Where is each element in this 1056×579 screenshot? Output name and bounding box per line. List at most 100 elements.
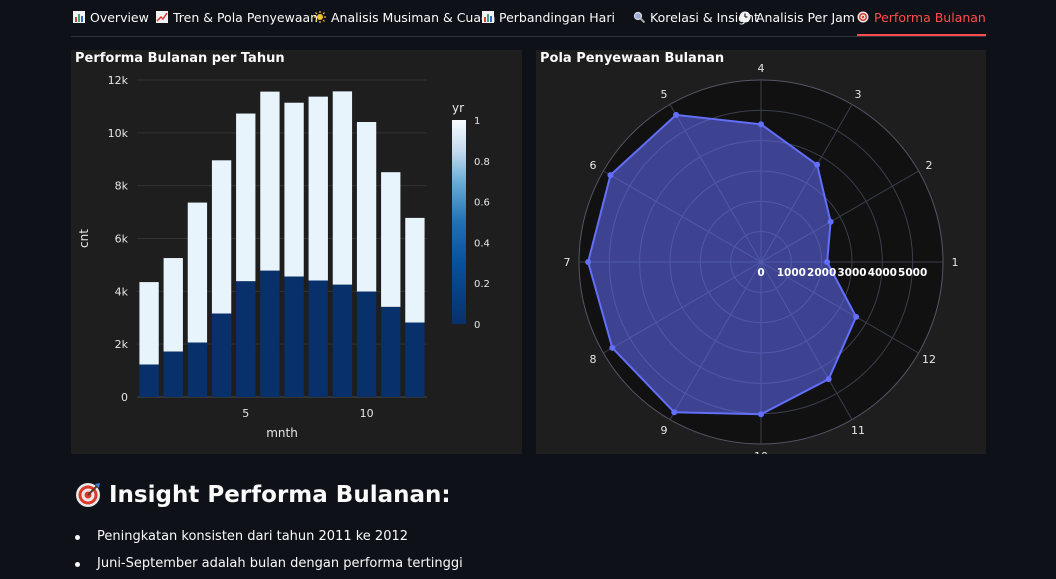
polar-point bbox=[609, 344, 616, 351]
tab-performa-bulanan[interactable]: Performa Bulanan bbox=[857, 0, 986, 36]
angular-tick-label: 10 bbox=[754, 450, 768, 454]
y-tick-label: 10k bbox=[108, 127, 129, 140]
bar-2011 bbox=[381, 306, 401, 397]
bar-2012 bbox=[211, 160, 232, 314]
polar-point bbox=[758, 411, 764, 418]
tab-tren-pola-penyewaan[interactable]: Tren & Pola Penyewaan bbox=[156, 0, 318, 34]
x-axis-label: mnth bbox=[266, 426, 298, 440]
insight-heading: Insight Performa Bulanan: bbox=[75, 482, 451, 508]
insight-list: Peningkatan konsisten dari tahun 2011 ke… bbox=[72, 523, 463, 577]
colorbar-tick-label: 0.6 bbox=[474, 198, 490, 209]
bar-2012 bbox=[139, 282, 159, 365]
tab-bar: Overview Tren & Pola Penyewaan Analisis Mu… bbox=[71, 0, 986, 37]
angular-tick-label: 3 bbox=[855, 88, 862, 101]
tab-label: Analisis Musiman & Cuaca bbox=[331, 9, 496, 25]
radial-tick-label: 0 bbox=[757, 267, 764, 279]
clock-icon bbox=[739, 11, 751, 23]
tab-label: Analisis Per Jam bbox=[756, 9, 855, 25]
bar-2011 bbox=[236, 281, 256, 397]
bar-2012 bbox=[284, 102, 304, 277]
polar-chart: 123456789101112010002000300040005000 bbox=[564, 62, 959, 454]
x-tick-label: 5 bbox=[242, 407, 249, 420]
radial-tick-label: 5000 bbox=[898, 267, 927, 279]
bar-2012 bbox=[381, 172, 401, 307]
polar-point bbox=[585, 259, 592, 265]
radial-tick-label: 3000 bbox=[837, 267, 866, 279]
polar-point bbox=[825, 376, 832, 383]
bar-2011 bbox=[139, 364, 159, 397]
target-icon bbox=[857, 11, 869, 23]
y-tick-label: 6k bbox=[115, 233, 129, 246]
magnifier-icon bbox=[633, 11, 646, 24]
angular-tick-label: 6 bbox=[589, 159, 596, 172]
polar-point bbox=[671, 409, 678, 416]
bar-chart-panel: Performa Bulanan per Tahun 0 2k 4k 6k 8k 10k 1… bbox=[71, 50, 522, 454]
radial-tick-label: 2000 bbox=[807, 267, 836, 279]
bar-chart-icon bbox=[73, 11, 85, 23]
bar-2012 bbox=[356, 122, 377, 292]
tab-label: Perbandingan Hari bbox=[499, 9, 615, 25]
colorbar bbox=[452, 120, 466, 324]
bar-chart-icon bbox=[482, 11, 494, 23]
angular-tick-label: 7 bbox=[564, 256, 571, 269]
colorbar-tick-label: 0.8 bbox=[474, 157, 490, 168]
angular-tick-label: 11 bbox=[851, 424, 865, 437]
list-item: Juni-September adalah bulan dengan perfo… bbox=[72, 550, 463, 577]
radial-tick-label: 4000 bbox=[868, 267, 897, 279]
tab-label: Tren & Pola Penyewaan bbox=[173, 9, 319, 25]
polar-point bbox=[758, 121, 764, 128]
bar-2011 bbox=[260, 270, 280, 397]
sun-icon bbox=[314, 11, 326, 23]
bar-2012 bbox=[187, 202, 208, 343]
bar-2011 bbox=[405, 322, 425, 397]
tab-analisis-per-jam[interactable]: Analisis Per Jam bbox=[739, 0, 855, 34]
bar-2012 bbox=[236, 113, 256, 282]
y-tick-label: 8k bbox=[115, 180, 129, 193]
tab-label: Performa Bulanan bbox=[874, 9, 986, 25]
y-tick-label: 12k bbox=[108, 74, 129, 87]
angular-tick-label: 9 bbox=[661, 424, 668, 437]
list-item: Peningkatan konsisten dari tahun 2011 ke… bbox=[72, 523, 463, 550]
colorbar-title: yr bbox=[452, 101, 464, 115]
tab-perbandingan-hari[interactable]: Perbandingan Hari bbox=[482, 0, 615, 34]
bar-2012 bbox=[163, 258, 183, 352]
polar-chart-panel: Pola Penyewaan Bulanan 12345678910111201… bbox=[536, 50, 986, 454]
angular-tick-label: 5 bbox=[661, 88, 668, 101]
polar-point bbox=[824, 259, 831, 265]
target-icon bbox=[76, 483, 100, 507]
tab-overview[interactable]: Overview bbox=[73, 0, 149, 34]
bar-2011 bbox=[163, 351, 183, 397]
y-tick-label: 0 bbox=[121, 391, 128, 404]
polar-point bbox=[673, 111, 680, 118]
tab-label: Overview bbox=[90, 9, 149, 25]
colorbar-tick-label: 1 bbox=[474, 116, 480, 127]
bar-2011 bbox=[284, 276, 304, 397]
polar-point bbox=[827, 218, 834, 225]
polar-point bbox=[853, 313, 860, 320]
angular-tick-label: 1 bbox=[952, 256, 959, 269]
bar-2012 bbox=[405, 217, 425, 323]
y-tick-label: 4k bbox=[115, 285, 129, 298]
y-tick-label: 2k bbox=[115, 338, 129, 351]
angular-tick-label: 2 bbox=[926, 159, 933, 172]
bar-2011 bbox=[211, 313, 232, 397]
x-tick-label: 10 bbox=[360, 407, 374, 420]
bar-2012 bbox=[332, 91, 353, 285]
y-axis-label: cnt bbox=[77, 229, 91, 248]
tab-analisis-musiman-cuaca[interactable]: Analisis Musiman & Cuaca bbox=[314, 0, 496, 34]
angular-tick-label: 12 bbox=[922, 353, 936, 366]
insight-title: Insight Performa Bulanan: bbox=[109, 482, 451, 508]
bar-2011 bbox=[187, 342, 208, 397]
bar-2011 bbox=[356, 291, 377, 397]
radial-tick-label: 1000 bbox=[777, 267, 806, 279]
trend-chart-icon bbox=[156, 11, 168, 23]
polar-point bbox=[814, 161, 821, 168]
bar-2012 bbox=[260, 91, 280, 271]
polar-point bbox=[607, 172, 614, 179]
bar-2011 bbox=[332, 284, 353, 397]
bar-2011 bbox=[308, 280, 328, 397]
angular-tick-label: 8 bbox=[589, 353, 596, 366]
colorbar-tick-label: 0 bbox=[474, 320, 480, 331]
bar-chart: 0 2k 4k 6k 8k 10k 12k 5 10 mnth cnt yr 0 0.2 0.4 0.6 0.8… bbox=[77, 74, 490, 440]
colorbar-tick-label: 0.2 bbox=[474, 279, 490, 290]
